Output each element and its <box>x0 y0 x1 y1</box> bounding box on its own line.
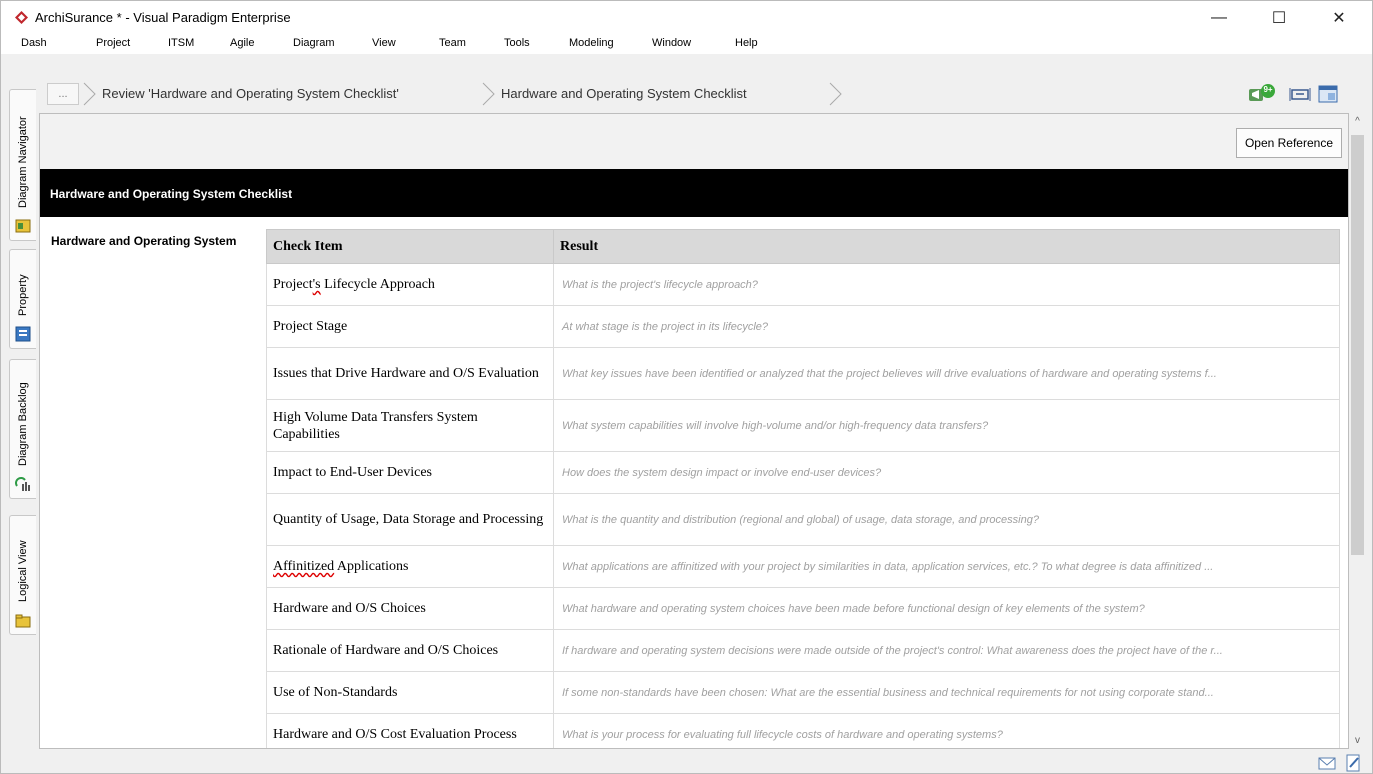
result-cell[interactable]: What hardware and operating system choic… <box>553 587 1340 630</box>
breadcrumb-item-review[interactable]: Review 'Hardware and Operating System Ch… <box>102 83 399 105</box>
check-item-cell: Hardware and O/S Choices <box>266 587 554 630</box>
property-icon <box>15 326 31 342</box>
check-item-cell: Project Stage <box>266 305 554 348</box>
menu-project[interactable]: Project <box>96 37 130 49</box>
table-row[interactable]: Hardware and O/S Choices What hardware a… <box>266 587 1340 630</box>
result-cell[interactable]: If hardware and operating system decisio… <box>553 629 1340 672</box>
tab-diagram-backlog[interactable]: Diagram Backlog <box>9 359 36 499</box>
maximize-button[interactable]: ☐ <box>1256 1 1302 34</box>
result-cell[interactable]: What applications are affinitized with y… <box>553 545 1340 588</box>
notification-badge: 9+ <box>1263 85 1273 94</box>
result-cell[interactable]: What key issues have been identified or … <box>553 347 1340 400</box>
checklist-title: Hardware and Operating System Checklist <box>50 187 293 201</box>
checklist-editor: Open Reference Hardware and Operating Sy… <box>39 113 1349 749</box>
scroll-up-icon[interactable]: ^ <box>1349 113 1366 130</box>
table-row[interactable]: Project Stage At what stage is the proje… <box>266 305 1340 348</box>
breadcrumb-chevron-icon <box>829 82 842 106</box>
menu-tools[interactable]: Tools <box>504 37 530 49</box>
menu-diagram[interactable]: Diagram <box>293 37 335 49</box>
minimize-button[interactable]: — <box>1196 1 1242 34</box>
table-row[interactable]: Affinitized Applications What applicatio… <box>266 545 1340 588</box>
title-bar: ArchiSurance * - Visual Paradigm Enterpr… <box>1 1 1372 34</box>
tab-diagram-navigator-label: Diagram Navigator <box>17 116 29 208</box>
panel-layout-icon[interactable] <box>1317 84 1339 104</box>
menu-modeling[interactable]: Modeling <box>569 37 614 49</box>
check-item-cell: High Volume Data Transfers System Capabi… <box>266 399 554 452</box>
diagram-navigator-icon <box>15 219 31 233</box>
result-cell[interactable]: What is the quantity and distribution (r… <box>553 493 1340 546</box>
diagram-backlog-icon <box>15 477 30 491</box>
check-item-cell: Project's Lifecycle Approach <box>266 263 554 306</box>
table-row[interactable]: High Volume Data Transfers System Capabi… <box>266 399 1340 452</box>
breadcrumb-item-checklist[interactable]: Hardware and Operating System Checklist <box>501 83 747 105</box>
table-row[interactable]: Issues that Drive Hardware and O/S Evalu… <box>266 347 1340 400</box>
tab-diagram-navigator[interactable]: Diagram Navigator <box>9 89 36 241</box>
result-cell[interactable]: How does the system design impact or inv… <box>553 451 1340 494</box>
check-item-cell: Use of Non-Standards <box>266 671 554 714</box>
menu-itsm[interactable]: ITSM <box>168 37 194 49</box>
breadcrumb-chevron-icon <box>83 82 96 106</box>
status-bar <box>1 751 1372 773</box>
close-button[interactable]: ✕ <box>1316 1 1362 34</box>
menu-dash[interactable]: Dash <box>21 37 47 49</box>
breadcrumb-chevron-icon <box>482 82 495 106</box>
result-cell[interactable]: At what stage is the project in its life… <box>553 305 1340 348</box>
table-row[interactable]: Project's Lifecycle Approach What is the… <box>266 263 1340 306</box>
breadcrumb: ... Review 'Hardware and Operating Syste… <box>39 80 1372 108</box>
table-row[interactable]: Use of Non-Standards If some non-standar… <box>266 671 1340 714</box>
table-row[interactable]: Rationale of Hardware and O/S Choices If… <box>266 629 1340 672</box>
logical-view-icon <box>15 614 31 628</box>
table-row[interactable]: Impact to End-User Devices How does the … <box>266 451 1340 494</box>
side-tab-strip: Diagram Navigator Property Diagram Backl… <box>1 81 39 751</box>
menu-agile[interactable]: Agile <box>230 37 254 49</box>
tab-diagram-backlog-label: Diagram Backlog <box>17 382 29 466</box>
result-cell[interactable]: What system capabilities will involve hi… <box>553 399 1340 452</box>
edit-document-icon[interactable] <box>1343 753 1363 773</box>
table-row[interactable]: Quantity of Usage, Data Storage and Proc… <box>266 493 1340 546</box>
column-header-result: Result <box>553 229 1340 264</box>
checklist-banner: Hardware and Operating System Checklist <box>40 169 1348 217</box>
check-item-cell: Quantity of Usage, Data Storage and Proc… <box>266 493 554 546</box>
tab-logical-view[interactable]: Logical View <box>9 515 36 635</box>
menu-help[interactable]: Help <box>735 37 758 49</box>
visual-paradigm-logo-icon <box>15 11 28 24</box>
menu-team[interactable]: Team <box>439 37 466 49</box>
checklist-table: Check Item Result Project's Lifecycle Ap… <box>266 229 1340 748</box>
tab-property-label: Property <box>17 274 29 316</box>
table-row[interactable]: Hardware and O/S Cost Evaluation Process… <box>266 713 1340 748</box>
table-header-row: Check Item Result <box>266 229 1340 264</box>
tab-logical-view-label: Logical View <box>17 540 29 602</box>
menu-view[interactable]: View <box>372 37 396 49</box>
section-label: Hardware and Operating System <box>51 234 237 248</box>
app-window: ArchiSurance * - Visual Paradigm Enterpr… <box>0 0 1373 774</box>
menu-bar: Dash Project ITSM Agile Diagram View Tea… <box>1 34 1372 54</box>
notification-icon[interactable]: 9+ <box>1247 84 1277 104</box>
result-cell[interactable]: What is the project's lifecycle approach… <box>553 263 1340 306</box>
window-title: ArchiSurance * - Visual Paradigm Enterpr… <box>35 10 291 25</box>
mail-icon[interactable] <box>1317 753 1337 773</box>
result-cell[interactable]: What is your process for evaluating full… <box>553 713 1340 748</box>
tab-property[interactable]: Property <box>9 249 36 349</box>
check-item-cell: Issues that Drive Hardware and O/S Evalu… <box>266 347 554 400</box>
check-item-cell: Hardware and O/S Cost Evaluation Process <box>266 713 554 748</box>
vertical-scrollbar[interactable]: ^ v <box>1349 113 1366 749</box>
check-item-cell: Impact to End-User Devices <box>266 451 554 494</box>
menu-window[interactable]: Window <box>652 37 691 49</box>
breadcrumb-overflow[interactable]: ... <box>47 83 79 105</box>
editor-toolbar: Open Reference <box>40 114 1348 169</box>
result-cell[interactable]: If some non-standards have been chosen: … <box>553 671 1340 714</box>
open-reference-button[interactable]: Open Reference <box>1235 128 1342 158</box>
check-item-cell: Affinitized Applications <box>266 545 554 588</box>
fit-to-window-icon[interactable] <box>1289 84 1311 104</box>
scroll-thumb[interactable] <box>1351 135 1364 555</box>
check-item-cell: Rationale of Hardware and O/S Choices <box>266 629 554 672</box>
scroll-down-icon[interactable]: v <box>1349 732 1366 749</box>
column-header-check-item: Check Item <box>266 229 554 264</box>
